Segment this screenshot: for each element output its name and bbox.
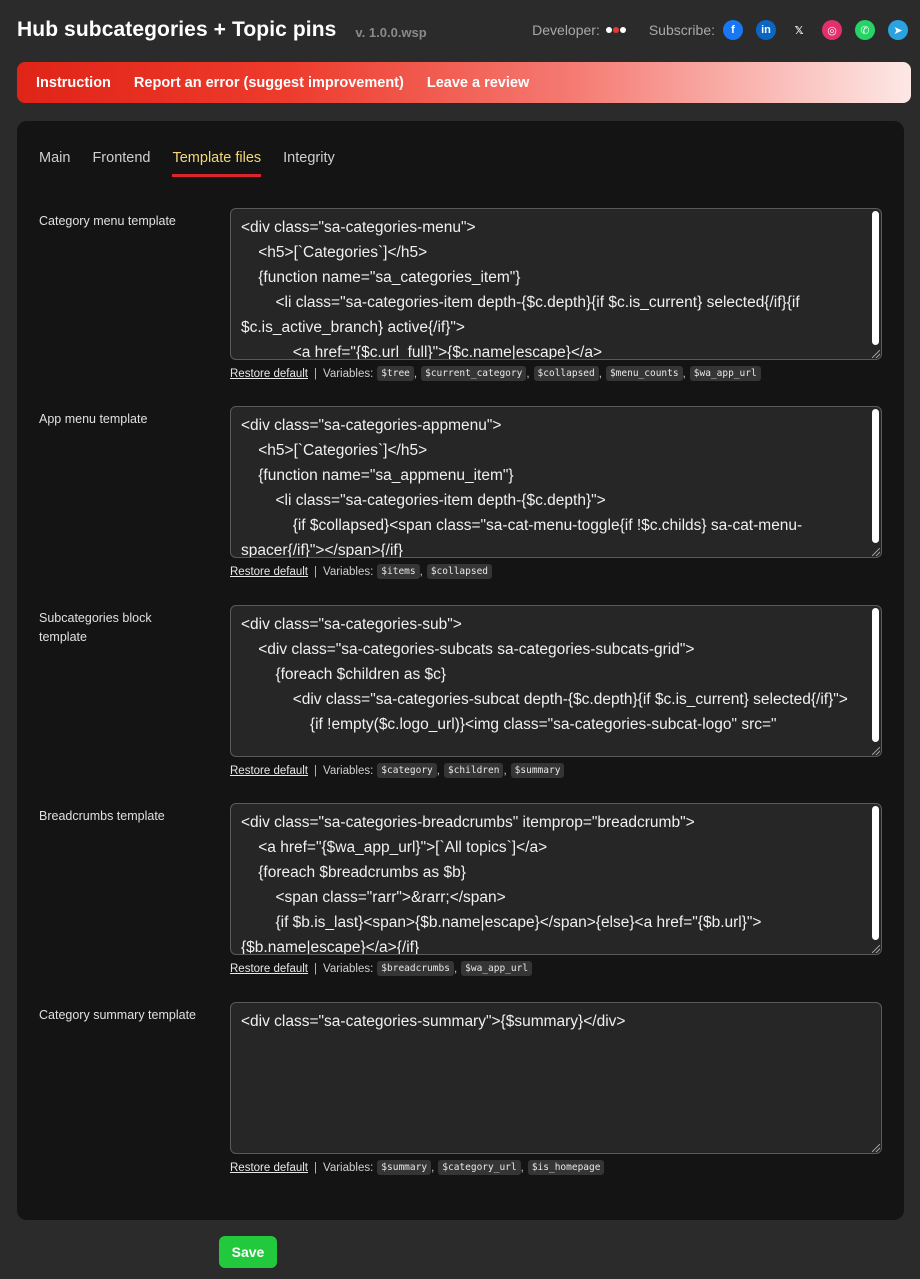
variables-label: Variables: [323,367,374,380]
settings-tabs: Main Frontend Template files Integrity [39,150,357,177]
variable-chip: $wa_app_url [689,366,761,381]
info-banner: Instruction Report an error (suggest imp… [17,62,911,103]
telegram-icon[interactable]: ➤ [888,20,908,40]
variable-chip: $collapsed [426,564,493,579]
template-variables: Restore default | Variables: $category, $chi… [230,763,565,778]
comma: , [503,764,507,777]
variable-chip: $children [443,763,504,778]
variables-label: Variables: [323,1161,374,1174]
template-label: Category summary template [39,1008,197,1022]
whatsapp-icon[interactable]: ✆ [855,20,875,40]
template-editor[interactable]: <div class="sa-categories-appmenu"> <h5>… [230,406,882,558]
separator: | [314,1161,317,1174]
variable-chip: $items [377,564,420,579]
comma: , [436,764,440,777]
variable-chip: $category_url [438,1160,521,1175]
template-variables: Restore default | Variables: $breadcrumbs, $… [230,961,533,976]
separator: | [314,962,317,975]
leave-review-link[interactable]: Leave a review [427,75,529,91]
variable-chip: $tree [377,366,414,381]
template-variables: Restore default | Variables: $tree, $current… [230,366,761,381]
separator: | [314,565,317,578]
restore-default-link[interactable]: Restore default [230,765,308,777]
editor-scrollbar[interactable] [872,409,879,543]
separator: | [314,367,317,380]
variable-chip: $summary [510,763,565,778]
comma: , [419,565,423,578]
comma: , [453,962,458,975]
resize-handle-icon[interactable] [872,945,880,953]
template-editor[interactable]: <div class="sa-categories-breadcrumbs" i… [230,803,882,955]
variable-chip: $menu_counts [605,366,683,381]
x-icon[interactable]: 𝕏 [789,20,809,40]
variables-label: Variables: [323,565,374,578]
resize-handle-icon[interactable] [872,747,880,755]
separator: | [314,764,317,777]
template-code[interactable]: <div class="sa-categories-sub"> <div cla… [231,606,867,737]
save-button[interactable]: Save [219,1236,277,1268]
editor-scrollbar[interactable] [872,211,879,345]
app-version: v. 1.0.0.wsp [355,25,427,40]
template-variables: Restore default | Variables: $items, $collap… [230,564,493,579]
subscribe-label: Subscribe: [648,22,715,38]
template-label: Subcategories block template [39,611,152,644]
resize-handle-icon[interactable] [872,548,880,556]
developer-logo-icon[interactable] [605,27,627,33]
restore-default-link[interactable]: Restore default [230,1162,308,1174]
variable-chip: $is_homepage [527,1160,605,1175]
variables-label: Variables: [323,764,374,777]
report-error-link[interactable]: Report an error (suggest improvement) [134,75,404,91]
template-label: Breadcrumbs template [39,809,165,823]
comma: , [431,1161,435,1174]
resize-handle-icon[interactable] [872,1144,880,1152]
restore-default-link[interactable]: Restore default [230,368,308,380]
tab-integrity[interactable]: Integrity [283,150,335,177]
variables-label: Variables: [323,962,374,975]
template-code[interactable]: <div class="sa-categories-menu"> <h5>[`C… [231,209,867,359]
template-label: App menu template [39,412,148,426]
template-code[interactable]: <div class="sa-categories-summary">{$sum… [231,1003,867,1034]
template-editor[interactable]: <div class="sa-categories-sub"> <div cla… [230,605,882,757]
instagram-icon[interactable]: ◎ [822,20,842,40]
variable-chip: $summary [377,1160,432,1175]
editor-scrollbar[interactable] [872,806,879,940]
template-editor[interactable]: <div class="sa-categories-summary">{$sum… [230,1002,882,1154]
comma: , [520,1161,524,1174]
resize-handle-icon[interactable] [872,350,880,358]
template-editor[interactable]: <div class="sa-categories-menu"> <h5>[`C… [230,208,882,360]
template-code[interactable]: <div class="sa-categories-breadcrumbs" i… [231,804,867,954]
editor-scrollbar[interactable] [872,608,879,742]
app-title: Hub subcategories + Topic pins [17,18,337,41]
comma: , [598,367,602,380]
tab-template-files[interactable]: Template files [172,150,262,177]
restore-default-link[interactable]: Restore default [230,963,308,975]
tab-frontend[interactable]: Frontend [92,150,150,177]
tab-main[interactable]: Main [39,150,70,177]
variable-chip: $current_category [421,366,527,381]
template-code[interactable]: <div class="sa-categories-appmenu"> <h5>… [231,407,867,557]
variable-chip: $collapsed [533,366,599,381]
template-variables: Restore default | Variables: $summary, $cate… [230,1160,605,1175]
comma: , [682,367,686,380]
app-header: Hub subcategories + Topic pins v. 1.0.0.… [17,10,908,50]
comma: , [526,367,530,380]
variable-chip: $category [377,763,437,778]
header-links: Developer: Subscribe: f in 𝕏 ◎ ✆ ➤ [532,20,908,40]
variable-chip: $breadcrumbs [377,961,454,976]
facebook-icon[interactable]: f [723,20,743,40]
comma: , [413,367,418,380]
social-links: f in 𝕏 ◎ ✆ ➤ [723,20,908,40]
variable-chip: $wa_app_url [461,961,533,976]
restore-default-link[interactable]: Restore default [230,566,308,578]
developer-label: Developer: [532,22,600,38]
linkedin-icon[interactable]: in [756,20,776,40]
instruction-link[interactable]: Instruction [36,75,111,91]
settings-panel: Main Frontend Template files Integrity Cate… [17,121,904,1220]
template-label: Category menu template [39,214,176,228]
